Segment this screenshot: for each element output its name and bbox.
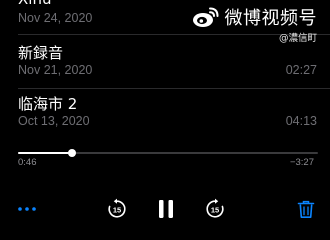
recording-title: 新録音 [18,44,64,62]
skip-forward-seconds: 15 [211,205,219,214]
pause-icon [159,200,173,218]
recording-title: Xinu [18,0,51,8]
skip-back-seconds: 15 [113,205,121,214]
recording-duration: 04:13 [285,114,317,128]
progress-fill [18,152,72,154]
skip-back-button[interactable]: 15 [104,196,130,222]
recording-date: Oct 13, 2020 [18,114,90,128]
delete-button[interactable] [294,196,318,222]
elapsed-time: 0:46 [18,157,37,168]
trash-icon [297,200,315,218]
scrubber-thumb[interactable] [68,149,76,157]
remaining-time: −3:27 [289,157,314,168]
weibo-logo-icon [192,7,218,27]
weibo-watermark: 微博视频号 @濃信町 [191,4,317,44]
watermark-handle: @濃信町 [278,33,317,44]
recording-title: 临海市 2 [18,95,78,113]
skip-back-15-icon: 15 [108,198,126,218]
skip-forward-15-icon: 15 [206,198,224,218]
recording-date: Nov 21, 2020 [18,63,93,77]
ellipsis-icon [18,207,36,211]
pause-button[interactable] [154,196,178,222]
watermark-text: 微博视频号 [224,8,317,29]
more-button[interactable] [14,200,40,218]
skip-forward-button[interactable]: 15 [202,196,228,222]
recording-duration: 02:27 [285,63,317,77]
playback-scrubber[interactable] [18,149,318,157]
recording-date: Nov 24, 2020 [18,11,93,25]
